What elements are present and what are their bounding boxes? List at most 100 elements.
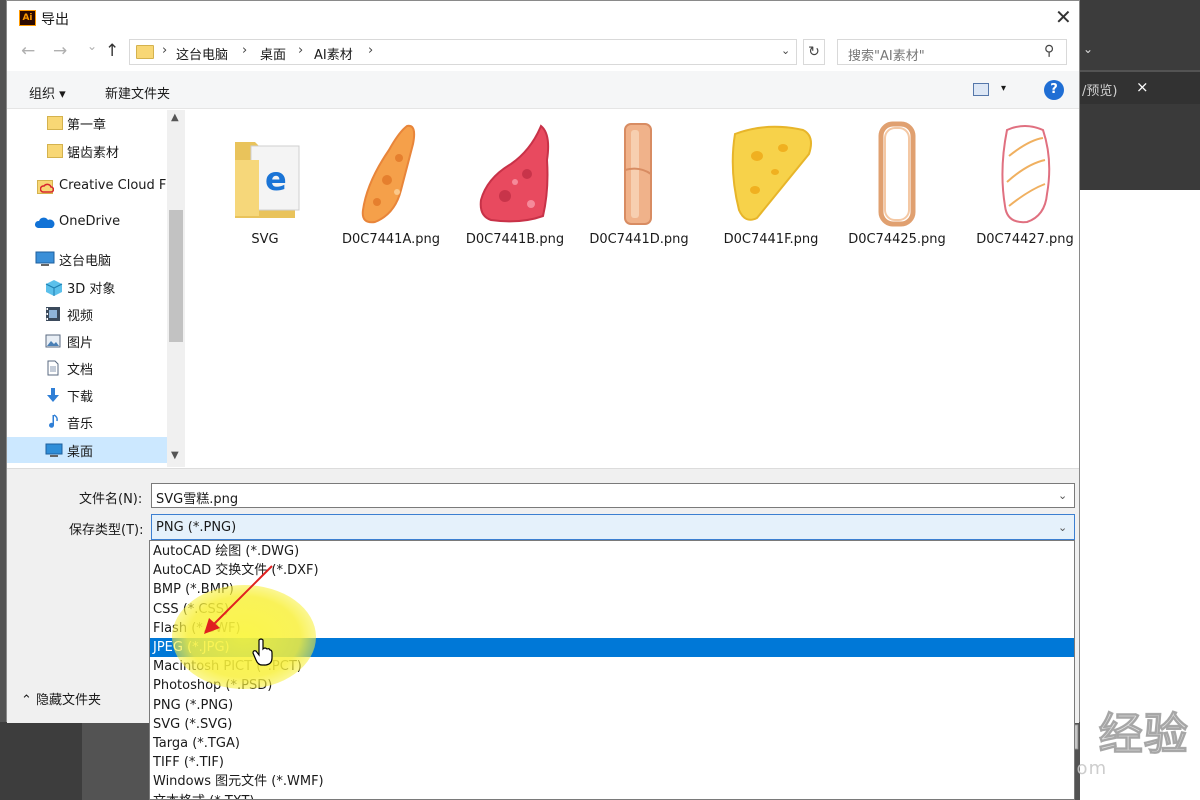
download-icon: [45, 387, 61, 403]
hide-folders-button[interactable]: ⌃ 隐藏文件夹: [21, 689, 101, 708]
breadcrumb-ai-assets[interactable]: AI素材: [314, 44, 353, 63]
address-dropdown-icon[interactable]: ⌄: [781, 44, 790, 57]
folder-icon: [136, 45, 154, 59]
help-icon[interactable]: ?: [1044, 80, 1064, 100]
file-name: D0C74425.png: [848, 232, 946, 247]
computer-icon: [35, 251, 55, 267]
hand-cursor-icon: [252, 638, 273, 666]
pictures-icon: [45, 333, 61, 349]
sidebar-item-label: 音乐: [67, 417, 94, 432]
filename-input[interactable]: SVG雪糕.png ⌄: [151, 483, 1075, 508]
back-arrow-icon[interactable]: ←: [21, 41, 35, 61]
save-type-option[interactable]: Windows 图元文件 (*.WMF): [150, 772, 1074, 791]
address-bar[interactable]: › 这台电脑 › 桌面 › AI素材 › ⌄: [129, 39, 797, 65]
image-thumbnail: [595, 120, 683, 228]
refresh-icon[interactable]: ↻: [803, 39, 825, 65]
file-item-svg-folder[interactable]: e SVG: [203, 120, 327, 260]
save-type-label: 保存类型(T):: [69, 523, 144, 538]
sidebar-item-documents[interactable]: 文档: [7, 355, 167, 381]
breadcrumb-this-pc[interactable]: 这台电脑: [176, 44, 228, 63]
file-item-png[interactable]: D0C7441A.png: [329, 120, 453, 260]
chevron-down-icon[interactable]: ⌄: [1058, 521, 1067, 534]
sidebar-item-label: 桌面: [67, 445, 94, 460]
sidebar-item-label: 第一章: [67, 118, 107, 133]
save-type-option[interactable]: PNG (*.PNG): [150, 696, 1074, 715]
chevron-down-icon[interactable]: ⌄: [1058, 489, 1067, 502]
file-name: D0C7441B.png: [465, 232, 565, 247]
image-thumbnail: [853, 120, 941, 228]
save-type-option[interactable]: AutoCAD 绘图 (*.DWG): [150, 542, 1074, 561]
sidebar-item-chapter-one[interactable]: 第一章: [7, 110, 167, 136]
save-type-select[interactable]: PNG (*.PNG) ⌄: [151, 514, 1075, 540]
file-item-png[interactable]: D0C7441F.png: [709, 120, 833, 260]
close-icon[interactable]: ✕: [1055, 5, 1072, 29]
sidebar-item-label: OneDrive: [59, 214, 121, 229]
save-type-option[interactable]: Photoshop (*.PSD): [150, 676, 1074, 695]
sidebar-scrollbar[interactable]: ▲ ▼: [167, 110, 185, 467]
sidebar-item-onedrive[interactable]: OneDrive: [7, 210, 167, 236]
save-type-option[interactable]: CSS (*.CSS): [150, 600, 1074, 619]
search-input[interactable]: 搜索"AI素材" ⚲: [837, 39, 1067, 65]
file-name: D0C7441D.png: [589, 232, 689, 247]
sidebar-item-videos[interactable]: 视频: [7, 301, 167, 327]
save-type-option[interactable]: 文本格式 (*.TXT): [150, 792, 1074, 799]
file-item-png[interactable]: D0C74425.png: [835, 120, 959, 260]
file-item-png[interactable]: D0C7441D.png: [577, 120, 701, 260]
sidebar-item-pictures[interactable]: 图片: [7, 328, 167, 354]
desktop-icon: [45, 442, 63, 458]
recent-locations-icon[interactable]: ⌄: [87, 39, 97, 53]
save-type-option[interactable]: Macintosh PICT (*.PCT): [150, 657, 1074, 676]
sidebar-item-downloads[interactable]: 下载: [7, 382, 167, 408]
background-canvas-area: [1080, 104, 1200, 190]
dialog-titlebar: Ai 导出 ✕: [7, 1, 1079, 33]
sidebar-item-creative-cloud[interactable]: Creative Cloud F: [7, 174, 167, 200]
save-type-value: PNG (*.PNG): [156, 520, 237, 535]
scroll-up-icon[interactable]: ▲: [171, 112, 179, 123]
sidebar-item-3d-objects[interactable]: 3D 对象: [7, 274, 167, 300]
scroll-down-icon[interactable]: ▼: [171, 450, 179, 461]
breadcrumb-separator: ›: [242, 43, 248, 58]
background-document-tab[interactable]: /预览) ×: [1080, 72, 1200, 104]
sidebar-item-label: 下载: [67, 390, 94, 405]
command-toolbar: 组织 ▾ 新建文件夹 ▾ ?: [7, 71, 1079, 109]
organize-button[interactable]: 组织 ▾: [29, 83, 66, 102]
creative-cloud-icon: [37, 180, 54, 194]
save-type-option[interactable]: TIFF (*.TIF): [150, 753, 1074, 772]
save-type-option[interactable]: AutoCAD 交换文件 (*.DXF): [150, 561, 1074, 580]
sidebar-item-desktop[interactable]: 桌面: [7, 437, 167, 463]
save-type-option[interactable]: JPEG (*.JPG): [150, 638, 1074, 657]
background-tab-close-icon[interactable]: ×: [1136, 78, 1149, 96]
image-thumbnail: [471, 120, 559, 228]
scrollbar-thumb[interactable]: [169, 210, 183, 342]
dialog-title: 导出: [41, 12, 69, 28]
new-folder-button[interactable]: 新建文件夹: [105, 83, 170, 102]
sidebar-item-music[interactable]: 音乐: [7, 409, 167, 435]
sidebar-item-label: 锯齿素材: [67, 146, 120, 161]
background-left-panel: [0, 722, 82, 800]
file-name: SVG: [251, 232, 279, 247]
forward-arrow-icon[interactable]: →: [53, 41, 67, 61]
save-type-option[interactable]: BMP (*.BMP): [150, 580, 1074, 599]
3d-objects-icon: [45, 279, 63, 296]
view-dropdown-icon[interactable]: ▾: [1001, 83, 1006, 94]
breadcrumb-desktop[interactable]: 桌面: [260, 44, 286, 63]
search-icon[interactable]: ⚲: [1044, 43, 1054, 59]
save-type-option[interactable]: Targa (*.TGA): [150, 734, 1074, 753]
sidebar-item-this-pc[interactable]: 这台电脑: [7, 246, 167, 272]
background-chevron-icon: ⌄: [1083, 42, 1094, 56]
sidebar-item-label: 视频: [67, 309, 94, 324]
up-arrow-icon[interactable]: ↑: [105, 41, 119, 61]
file-item-png[interactable]: D0C74427.png: [963, 120, 1087, 260]
navigation-bar: ← → ⌄ ↑ › 这台电脑 › 桌面 › AI素材 › ⌄ ↻ 搜索"AI素材…: [7, 35, 1079, 69]
sidebar-item-sawtooth-assets[interactable]: 锯齿素材: [7, 138, 167, 164]
save-type-option[interactable]: Flash (*.SWF): [150, 619, 1074, 638]
background-tab-label: /预览): [1082, 84, 1118, 99]
image-thumbnail: [347, 120, 435, 228]
file-list: e SVG D0C7441A.png D0C7441B.png D0C7441D…: [185, 110, 1079, 467]
background-app-header: [1080, 0, 1200, 70]
svg-text:e: e: [265, 160, 287, 198]
view-options-icon[interactable]: [973, 83, 989, 96]
file-item-png[interactable]: D0C7441B.png: [453, 120, 577, 260]
save-type-option[interactable]: SVG (*.SVG): [150, 715, 1074, 734]
file-name: D0C7441A.png: [342, 232, 440, 247]
